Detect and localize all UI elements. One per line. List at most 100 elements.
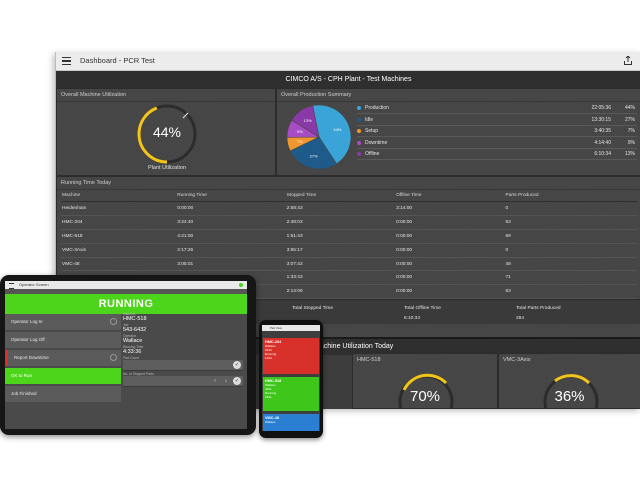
menu-item-label: Report Downtime [14, 355, 49, 360]
pie-label: 7% [297, 139, 303, 144]
production-summary-title: Overall Production Summary [277, 89, 640, 102]
menu-icon[interactable] [62, 57, 71, 66]
tablet-device: Operator Screen RUNNING Operator Log In … [0, 275, 256, 435]
legend-pct: 7% [627, 128, 635, 134]
part-count-input[interactable]: ✓ [123, 360, 243, 371]
phone-topbar: Part View [262, 325, 320, 331]
pie-label: 9% [297, 129, 303, 134]
table-cell: 3:14:00 [395, 201, 505, 216]
utilization-value: 44% [152, 124, 182, 140]
job-finished-button[interactable]: Job Finished [5, 386, 121, 402]
table-row: VMC-3Axis 2:17:26 3:55:17 0:00:00 0 [61, 243, 637, 258]
table-cell: 3:07:42 [285, 257, 396, 272]
table-cell: Heidenhain [61, 201, 177, 216]
utilization-panel: Overall Machine Utilization 44% Plant Ut… [56, 88, 276, 176]
machine-card-name: HMC-518 [357, 357, 381, 363]
table-cell: 1:33:43 [285, 270, 396, 286]
machine-value: HMC-518 [123, 316, 147, 322]
col-header: Parts Produced [504, 189, 637, 202]
confirm-icon[interactable]: ✓ [233, 361, 241, 369]
plant-title: CIMCO A/S - CPH Plant - Test Machines [56, 71, 640, 89]
legend-row-production: Production 22:05:36 44% [357, 103, 637, 114]
decrement-icon[interactable]: ↓ [222, 377, 230, 385]
col-header: Stopped Time [285, 189, 396, 202]
legend-dot [357, 140, 361, 145]
phone-title: Part View [270, 326, 282, 330]
card-line: Wallace [265, 420, 276, 424]
utilization-gauge: 44% [135, 102, 199, 166]
menu-item-label: Operator Log Off [11, 337, 45, 342]
machine-card-vmc3axis: VMC-3Axis 36% [498, 353, 640, 409]
job-info: Machine HMC-518 Job 543-6432 Operator Wa… [123, 312, 243, 388]
table-cell: 53 [504, 215, 637, 230]
status-icon [239, 283, 243, 287]
table-cell: 0 [504, 201, 637, 216]
legend-row-idle: Idle 13:30:15 27% [357, 115, 637, 126]
table-cell: 0:00:00 [395, 229, 505, 244]
help-icon[interactable] [110, 354, 117, 361]
legend-name: Production [365, 105, 389, 111]
operator-log-off-button[interactable]: Operator Log Off [5, 332, 121, 348]
machine-card-hmc518[interactable]: HMC-518 Wallace 4321 Running 2341 [263, 377, 319, 411]
table-row: VMC-48 3:05:01 3:07:42 0:00:00 48 [61, 257, 637, 272]
table-cell: 48 [504, 257, 637, 272]
legend-dot [357, 106, 361, 110]
total-parts-label: Total Parts Produced [516, 306, 561, 311]
machine-card-hmc204[interactable]: HMC-204 Wallace 3210 Running 1234 [263, 338, 319, 374]
table-row: HMC-518 4:21:00 1:51:43 0:00:00 69 [61, 229, 637, 244]
pie-label: 13% [304, 118, 312, 123]
production-summary-panel: Overall Production Summary 44% 27% 7% 9% 13%… [276, 88, 640, 176]
pie-label: 44% [333, 127, 341, 132]
legend-pct: 44% [624, 105, 635, 111]
table-cell: 0:00:00 [395, 284, 505, 300]
col-header: Running Time [176, 189, 286, 202]
table-cell: HMC-518 [61, 229, 177, 244]
report-downtime-button[interactable]: Report Downtime [5, 350, 121, 366]
table-header-row: Machine Running Time Stopped Time Offlin… [61, 189, 637, 202]
menu-item-label: OK to Run [11, 373, 33, 378]
legend-time: 6:10:34 [594, 151, 611, 157]
confirm-icon[interactable]: ✓ [233, 377, 241, 385]
legend-row-offline: Offline 6:10:34 13% [357, 149, 637, 160]
table-cell: 4:21:00 [176, 229, 286, 244]
operator-menu: Operator Log In Operator Log Off Report … [5, 314, 121, 404]
dashboard-title: Dashboard - PCR Test [80, 56, 155, 65]
table-cell: 63 [504, 284, 637, 300]
legend-row-downtime: Downtime 4:14:40 9% [357, 138, 637, 149]
total-parts-value: 284 [516, 316, 525, 321]
col-header: Offline Time [395, 189, 505, 202]
legend-time: 4:14:40 [594, 139, 611, 146]
machine-card-vmc48[interactable]: VMC-48 Wallace [263, 414, 319, 431]
table-cell: 0:00:00 [395, 243, 505, 258]
table-cell: 3:05:01 [176, 257, 286, 272]
increment-icon[interactable]: ↑ [211, 377, 219, 385]
table-cell: 0:00:00 [395, 257, 505, 272]
tablet-title: Operator Screen [19, 282, 49, 287]
legend-dot [357, 152, 361, 156]
legend-dot [357, 117, 361, 122]
table-cell: 69 [504, 229, 637, 244]
table-cell: HMC-204 [61, 215, 177, 230]
legend-pct: 27% [624, 116, 635, 123]
legend-time: 3:40:35 [594, 128, 611, 134]
card-line: 1234 [265, 356, 272, 360]
operator-screen: Operator Screen RUNNING Operator Log In … [5, 281, 247, 429]
production-pie-chart: 44% 27% 7% 9% 13% [286, 104, 352, 170]
part-view-screen: Part View HMC-204 Wallace 3210 Running 1… [262, 325, 320, 431]
legend-name: Downtime [365, 139, 388, 146]
stopped-parts-input[interactable]: ↑ ↓ ✓ [123, 376, 243, 387]
utilization-panel-title: Overall Machine Utilization [57, 89, 275, 102]
table-cell: 2:48:03 [285, 215, 396, 230]
operator-log-in-button[interactable]: Operator Log In [5, 314, 121, 330]
menu-icon[interactable] [9, 283, 14, 289]
export-icon[interactable] [624, 56, 632, 65]
table-cell: 0:00:00 [395, 215, 505, 230]
operator-value: Wallace [123, 338, 143, 344]
legend-row-setup: Setup 3:40:35 7% [357, 126, 637, 137]
ok-to-run-button[interactable]: OK to Run [5, 368, 121, 384]
dashboard-topbar: Dashboard - PCR Test [56, 52, 640, 71]
utilization-label: Plant Utilization [148, 165, 186, 171]
help-icon[interactable] [110, 318, 117, 325]
legend-dot [357, 129, 361, 133]
legend-pct: 13% [624, 151, 635, 157]
